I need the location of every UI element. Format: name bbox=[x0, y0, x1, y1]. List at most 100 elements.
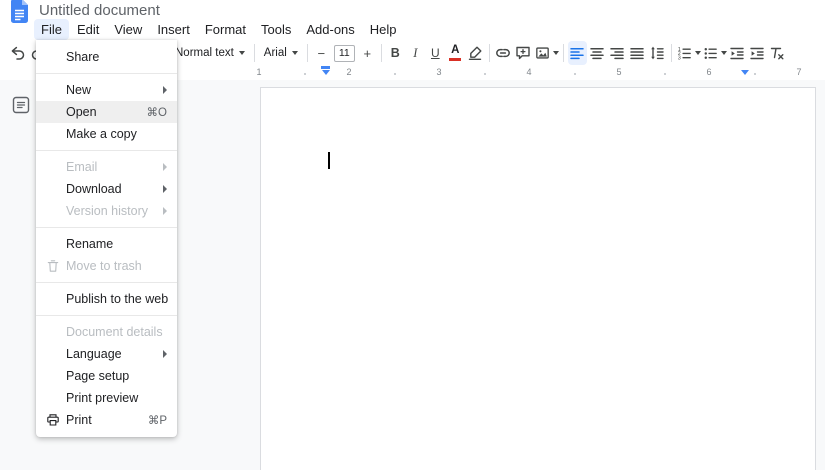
ruler-mark: 6 bbox=[706, 67, 711, 77]
menubar-item-format[interactable]: Format bbox=[198, 19, 253, 40]
document-page[interactable] bbox=[260, 87, 816, 470]
decrease-font-size-button[interactable]: − bbox=[312, 41, 331, 65]
text-color-indicator bbox=[449, 58, 461, 61]
ruler-mark: 4 bbox=[526, 67, 531, 77]
file-menu-item-language[interactable]: Language bbox=[36, 343, 177, 365]
file-menu-item-open[interactable]: Open⌘O bbox=[36, 101, 177, 123]
right-indent-triangle-icon bbox=[741, 70, 749, 75]
document-title[interactable]: Untitled document bbox=[39, 2, 160, 19]
menubar-item-help[interactable]: Help bbox=[363, 19, 404, 40]
menubar-item-view[interactable]: View bbox=[107, 19, 149, 40]
menu-divider bbox=[36, 227, 177, 228]
printer-icon bbox=[46, 413, 66, 427]
image-icon bbox=[534, 44, 551, 62]
menu-item-label: Language bbox=[66, 347, 155, 361]
file-menu-item-new[interactable]: New bbox=[36, 79, 177, 101]
insert-image-button[interactable] bbox=[534, 41, 559, 65]
menu-item-shortcut: ⌘P bbox=[148, 413, 167, 427]
insert-link-button[interactable] bbox=[494, 41, 513, 65]
ruler-mark: 3 bbox=[436, 67, 441, 77]
decrease-indent-icon bbox=[728, 44, 746, 62]
trash-icon bbox=[46, 259, 66, 273]
font-size-input[interactable]: 11 bbox=[334, 45, 355, 62]
menu-divider bbox=[36, 150, 177, 151]
chevron-down-icon bbox=[721, 51, 727, 55]
file-menu-item-print-preview[interactable]: Print preview bbox=[36, 387, 177, 409]
menu-divider bbox=[36, 315, 177, 316]
clear-formatting-icon bbox=[768, 44, 786, 62]
file-menu-item-make-a-copy[interactable]: Make a copy bbox=[36, 123, 177, 145]
comment-icon bbox=[514, 44, 532, 62]
file-menu-item-move-to-trash[interactable]: Move to trash bbox=[36, 255, 177, 277]
menubar-item-insert[interactable]: Insert bbox=[150, 19, 197, 40]
clear-formatting-button[interactable] bbox=[768, 41, 787, 65]
decrease-indent-button[interactable] bbox=[728, 41, 747, 65]
toolbar-separator bbox=[489, 44, 490, 62]
menubar-item-file[interactable]: File bbox=[34, 19, 69, 40]
add-comment-button[interactable] bbox=[514, 41, 533, 65]
menu-item-label: Print preview bbox=[66, 391, 167, 405]
show-outline-button[interactable] bbox=[10, 94, 32, 119]
toolbar-separator bbox=[307, 44, 308, 62]
menu-item-label: New bbox=[66, 83, 155, 97]
left-indent-marker[interactable] bbox=[321, 66, 330, 75]
google-docs-window: Untitled document FileEditViewInsertForm… bbox=[0, 0, 825, 470]
undo-button[interactable] bbox=[8, 41, 27, 65]
file-menu-item-document-details[interactable]: Document details bbox=[36, 321, 177, 343]
chevron-down-icon bbox=[553, 51, 559, 55]
submenu-arrow-icon bbox=[163, 350, 167, 358]
align-left-button[interactable] bbox=[568, 41, 587, 65]
paragraph-style-selector[interactable]: Normal text bbox=[170, 41, 250, 65]
ruler-mark: 1 bbox=[256, 67, 261, 77]
toolbar-separator bbox=[381, 44, 382, 62]
document-outline-icon bbox=[12, 96, 30, 114]
toolbar-separator bbox=[563, 44, 564, 62]
menu-divider bbox=[36, 73, 177, 74]
file-menu-item-email[interactable]: Email bbox=[36, 156, 177, 178]
file-menu: Share New Open⌘OMake a copy EmailDownloadVe… bbox=[36, 40, 177, 437]
increase-indent-button[interactable] bbox=[748, 41, 767, 65]
file-menu-item-share[interactable]: Share bbox=[36, 46, 177, 68]
first-line-indent-icon[interactable] bbox=[321, 66, 330, 69]
line-spacing-button[interactable] bbox=[648, 41, 667, 65]
menubar-item-add-ons[interactable]: Add-ons bbox=[299, 19, 361, 40]
align-right-button[interactable] bbox=[608, 41, 627, 65]
file-menu-item-page-setup[interactable]: Page setup bbox=[36, 365, 177, 387]
font-family-selector[interactable]: Arial bbox=[259, 41, 303, 65]
increase-font-size-button[interactable]: + bbox=[358, 41, 377, 65]
docs-logo-icon[interactable] bbox=[10, 0, 29, 23]
align-center-button[interactable] bbox=[588, 41, 607, 65]
file-menu-item-version-history[interactable]: Version history bbox=[36, 200, 177, 222]
ruler-tick bbox=[574, 73, 576, 75]
right-indent-marker[interactable] bbox=[741, 66, 749, 75]
ruler-mark: 7 bbox=[796, 67, 801, 77]
font-family-value: Arial bbox=[264, 47, 287, 59]
file-menu-item-rename[interactable]: Rename bbox=[36, 233, 177, 255]
text-color-icon: A bbox=[449, 45, 461, 61]
chevron-down-icon bbox=[292, 51, 298, 55]
chevron-down-icon bbox=[695, 51, 701, 55]
increase-indent-icon bbox=[748, 44, 766, 62]
align-left-icon bbox=[568, 44, 586, 62]
text-color-button[interactable]: A bbox=[446, 41, 465, 65]
numbered-list-button[interactable]: 1 2 3 bbox=[676, 41, 701, 65]
file-menu-item-publish-to-the-web[interactable]: Publish to the web bbox=[36, 288, 177, 310]
menubar-item-edit[interactable]: Edit bbox=[70, 19, 106, 40]
ruler-tick bbox=[394, 73, 396, 75]
menu-item-label: Page setup bbox=[66, 369, 167, 383]
svg-text:3: 3 bbox=[678, 55, 681, 61]
link-icon bbox=[494, 44, 512, 62]
paragraph-style-value: Normal text bbox=[175, 47, 234, 59]
ruler-tick bbox=[664, 73, 666, 75]
italic-button[interactable]: I bbox=[406, 41, 425, 65]
bulleted-list-button[interactable] bbox=[702, 41, 727, 65]
file-menu-item-print[interactable]: Print⌘P bbox=[36, 409, 177, 431]
bold-button[interactable]: B bbox=[386, 41, 405, 65]
underline-button[interactable]: U bbox=[426, 41, 445, 65]
chevron-down-icon bbox=[239, 51, 245, 55]
menubar-item-tools[interactable]: Tools bbox=[254, 19, 298, 40]
align-justify-button[interactable] bbox=[628, 41, 647, 65]
file-menu-item-download[interactable]: Download bbox=[36, 178, 177, 200]
ruler-tick bbox=[304, 73, 306, 75]
highlight-color-button[interactable] bbox=[466, 41, 485, 65]
